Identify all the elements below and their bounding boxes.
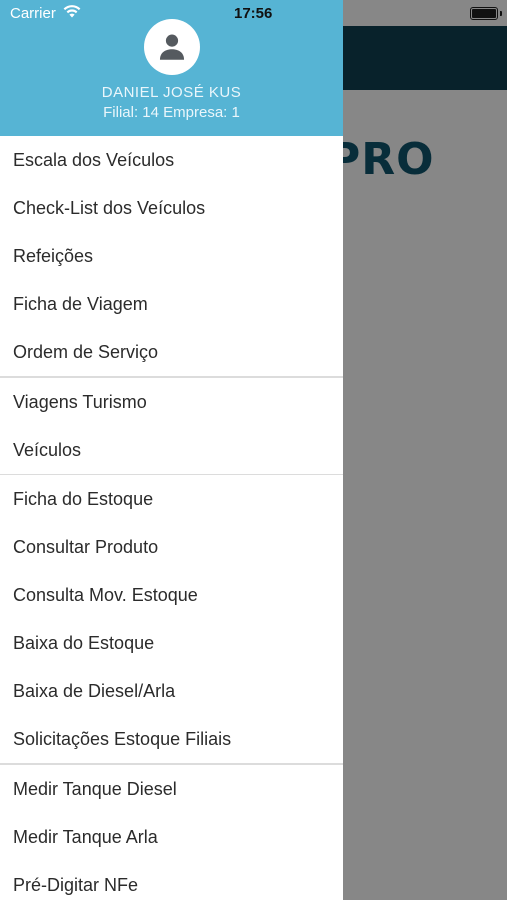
carrier-label: Carrier: [10, 5, 56, 22]
menu-item-pre-digitar-nfe[interactable]: Pré-Digitar NFe: [0, 861, 343, 909]
menu-item-veiculos[interactable]: Veículos: [0, 426, 343, 474]
menu-item-solicitacoes-estoque-filiais[interactable]: Solicitações Estoque Filiais: [0, 715, 343, 763]
menu-item-viagens-turismo[interactable]: Viagens Turismo: [0, 378, 343, 426]
drawer-menu: Escala dos Veículos Check-List dos Veícu…: [0, 136, 343, 909]
menu-item-baixa-diesel-arla[interactable]: Baixa de Diesel/Arla: [0, 667, 343, 715]
menu-item-ficha-viagem[interactable]: Ficha de Viagem: [0, 280, 343, 328]
avatar[interactable]: [144, 19, 200, 75]
user-name: DANIEL JOSÉ KUS: [101, 84, 242, 101]
clock-label: 17:56: [234, 5, 273, 22]
menu-item-medir-tanque-arla[interactable]: Medir Tanque Arla: [0, 813, 343, 861]
menu-item-refeicoes[interactable]: Refeições: [0, 232, 343, 280]
side-drawer: DANIEL JOSÉ KUS Filial: 14 Empresa: 1 Es…: [0, 0, 343, 900]
menu-item-medir-tanque-diesel[interactable]: Medir Tanque Diesel: [0, 765, 343, 813]
menu-item-ordem-servico[interactable]: Ordem de Serviço: [0, 328, 343, 376]
user-icon: [159, 34, 185, 60]
status-bar: Carrier 17:56: [0, 0, 507, 26]
menu-item-ficha-estoque[interactable]: Ficha do Estoque: [0, 475, 343, 523]
menu-item-consulta-mov-estoque[interactable]: Consulta Mov. Estoque: [0, 571, 343, 619]
menu-item-escala-veiculos[interactable]: Escala dos Veículos: [0, 136, 343, 184]
menu-item-baixa-estoque[interactable]: Baixa do Estoque: [0, 619, 343, 667]
battery-icon: [470, 7, 502, 20]
wifi-icon: [62, 3, 82, 24]
menu-item-check-list-veiculos[interactable]: Check-List dos Veículos: [0, 184, 343, 232]
menu-item-consultar-produto[interactable]: Consultar Produto: [0, 523, 343, 571]
user-branch-company: Filial: 14 Empresa: 1: [103, 104, 240, 121]
